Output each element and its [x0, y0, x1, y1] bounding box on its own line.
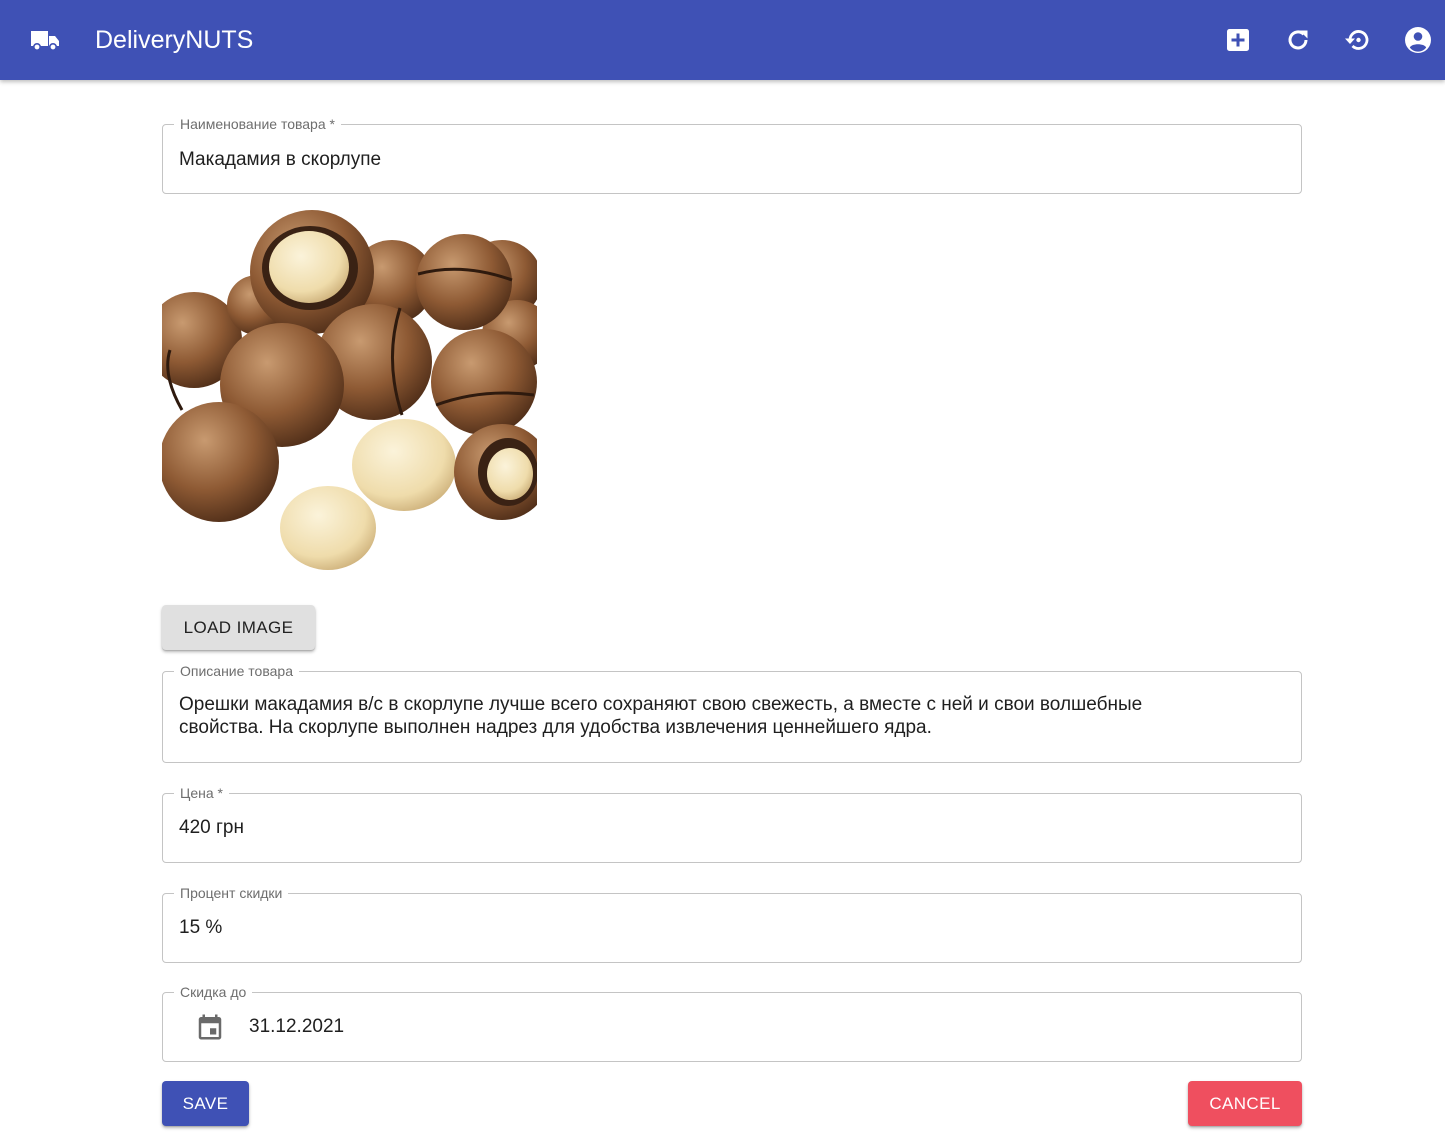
add-box-icon	[1227, 29, 1249, 51]
account-circle-icon	[1405, 27, 1431, 53]
price-input[interactable]: 420 грн	[179, 816, 244, 839]
product-name-field[interactable]: Наименование товара * Макадамия в скорлу…	[162, 115, 1302, 194]
product-image	[162, 210, 537, 575]
load-image-button[interactable]: LOAD IMAGE	[162, 605, 315, 650]
discount-percent-input[interactable]: 15 %	[179, 916, 222, 939]
product-name-input[interactable]: Макадамия в скорлупе	[179, 148, 381, 171]
discount-until-field[interactable]: Скидка до 31.12.2021	[162, 983, 1302, 1062]
description-line-2[interactable]: свойства. На скорлупе выполнен надрез дл…	[179, 716, 932, 739]
add-item-button[interactable]	[1223, 25, 1253, 55]
app-bar: DeliveryNUTS	[0, 0, 1445, 80]
discount-percent-label: Процент скидки	[174, 884, 289, 902]
discount-percent-field[interactable]: Процент скидки 15 %	[162, 884, 1302, 963]
refresh-icon	[1288, 30, 1308, 50]
price-label: Цена *	[174, 784, 230, 802]
restore-button[interactable]	[1342, 25, 1372, 55]
price-field[interactable]: Цена * 420 грн	[162, 784, 1302, 863]
account-button[interactable]	[1403, 25, 1433, 55]
restore-icon	[1345, 30, 1369, 50]
description-label: Описание товара	[174, 662, 299, 680]
discount-until-input[interactable]: 31.12.2021	[249, 1015, 344, 1038]
product-name-label: Наименование товара *	[174, 115, 341, 133]
truck-icon	[31, 31, 59, 52]
refresh-button[interactable]	[1283, 25, 1313, 55]
description-line-1[interactable]: Орешки макадамия в/с в скорлупе лучше вс…	[179, 693, 1142, 716]
cancel-button[interactable]: CANCEL	[1188, 1081, 1302, 1126]
calendar-icon[interactable]	[195, 1012, 225, 1042]
app-title: DeliveryNUTS	[95, 26, 254, 54]
description-field[interactable]: Описание товара Орешки макадамия в/с в с…	[162, 662, 1302, 763]
save-button[interactable]: SAVE	[162, 1081, 249, 1126]
discount-until-label: Скидка до	[174, 983, 253, 1001]
